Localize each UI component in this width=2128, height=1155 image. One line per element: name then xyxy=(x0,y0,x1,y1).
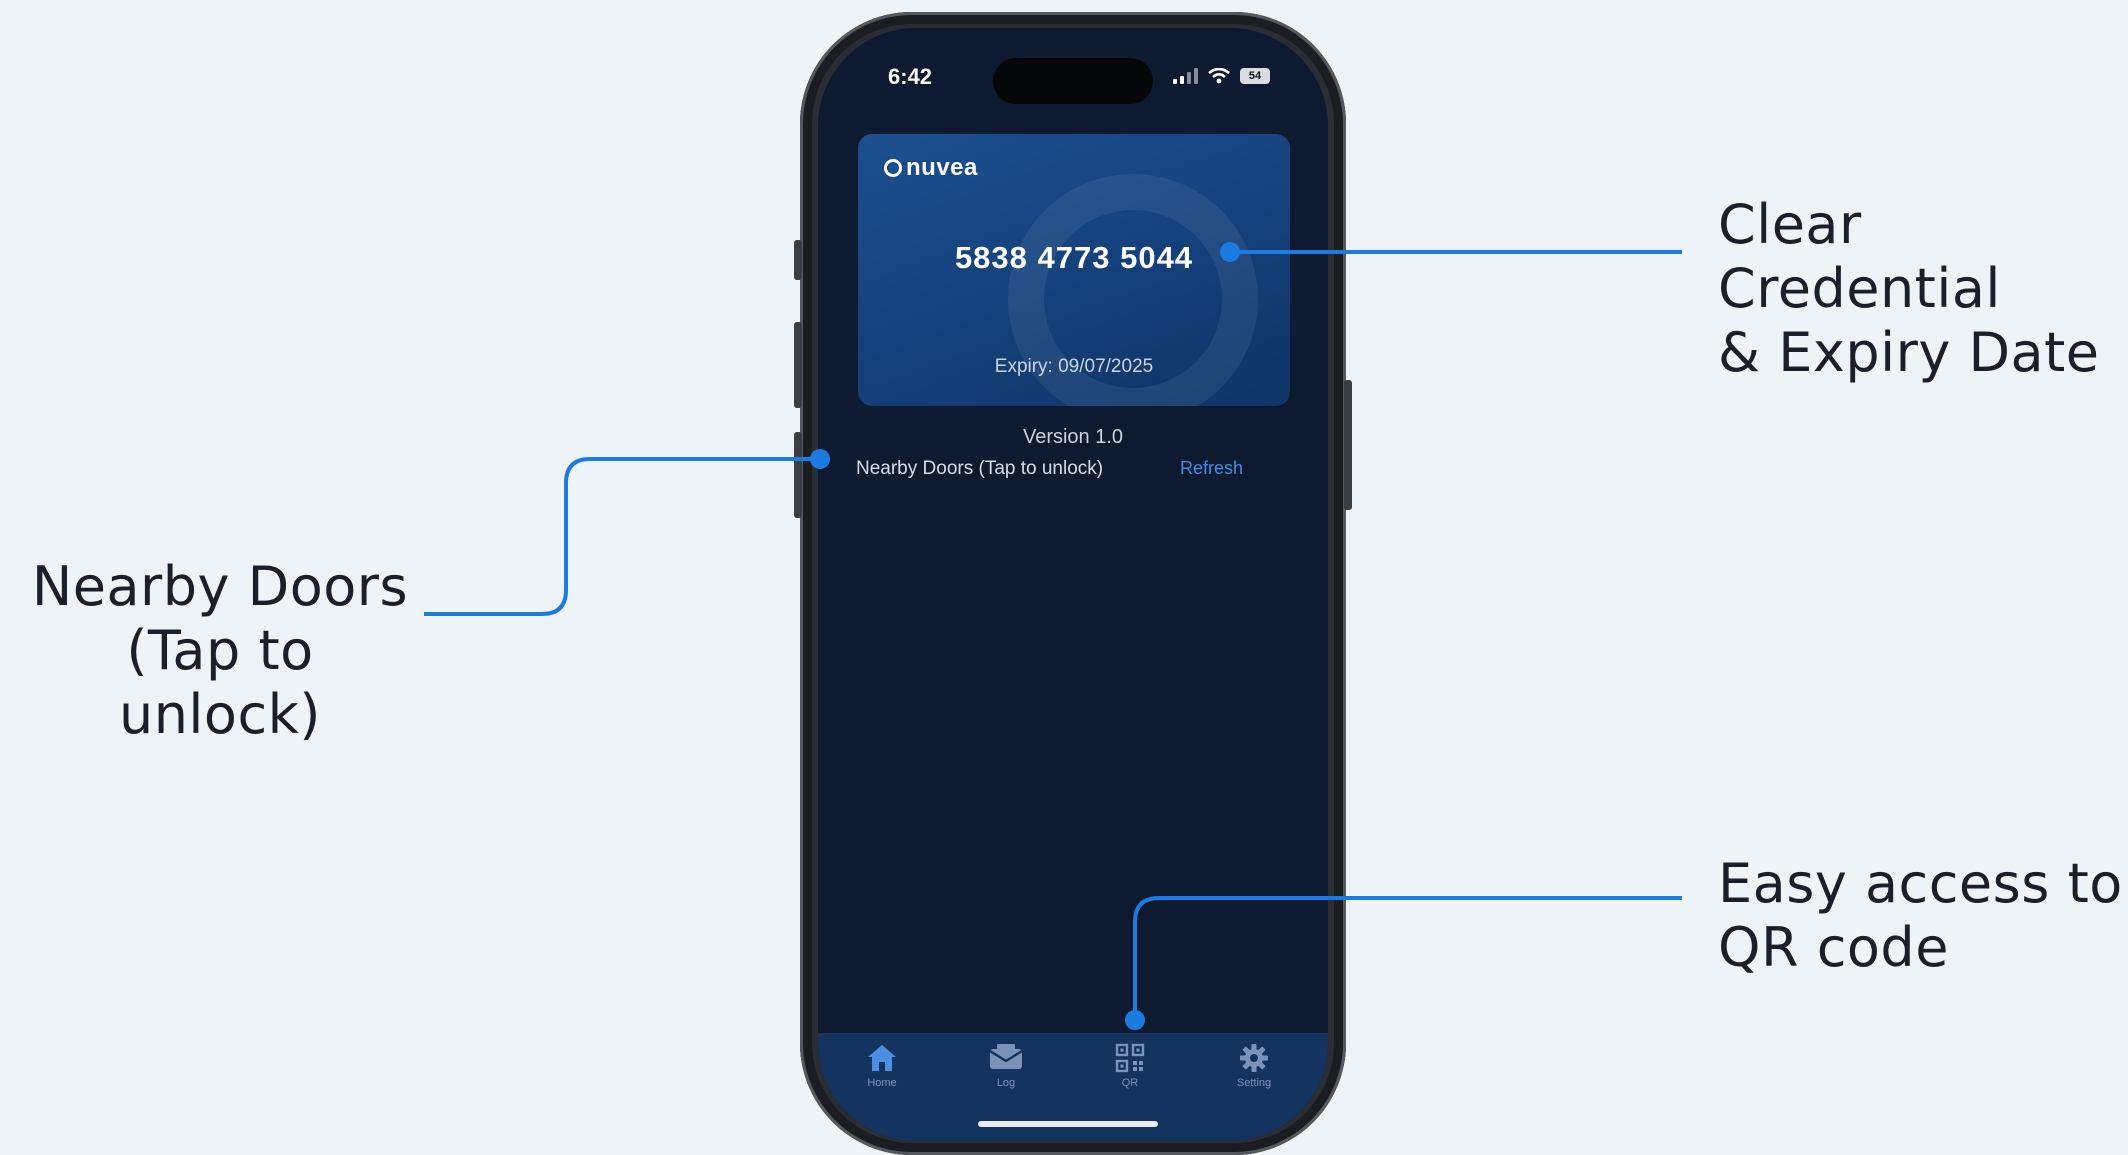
logo-mark-icon xyxy=(884,159,902,177)
brand-logo: nuvea xyxy=(884,154,978,182)
power-button xyxy=(1344,380,1352,510)
tab-log[interactable]: Log xyxy=(966,1043,1046,1089)
volume-up-button xyxy=(794,322,802,408)
credential-expiry: Expiry: 09/07/2025 xyxy=(994,356,1154,377)
tab-setting-label: Setting xyxy=(1236,1077,1272,1089)
callout-doors-line2: (Tap to unlock) xyxy=(118,619,322,746)
callout-doors: Nearby Doors (Tap to unlock) xyxy=(20,555,420,747)
gear-icon xyxy=(1240,1044,1268,1072)
credential-number: 5838 4773 5044 xyxy=(954,240,1194,275)
status-bar: 6:42 54 xyxy=(818,58,1328,104)
callout-credential-line2: & Expiry Date xyxy=(1718,321,2100,384)
callout-qr-line1: Easy access to xyxy=(1718,852,2123,915)
tab-log-label: Log xyxy=(996,1077,1016,1089)
tab-setting[interactable]: Setting xyxy=(1214,1043,1294,1089)
signal-icon xyxy=(1173,68,1198,84)
log-icon xyxy=(989,1044,1023,1069)
home-indicator xyxy=(978,1121,1158,1127)
tab-home-label: Home xyxy=(867,1077,897,1089)
app-version: Version 1.0 xyxy=(1022,426,1124,448)
callout-credential-line1: Clear Credential xyxy=(1718,193,2001,320)
home-icon xyxy=(868,1045,896,1071)
callout-qr-line2: QR code xyxy=(1718,916,1949,979)
callout-doors-line1: Nearby Doors xyxy=(31,555,409,618)
status-time: 6:42 xyxy=(888,64,933,89)
bottom-tab-bar: Home Log QR Setting xyxy=(818,1033,1328,1141)
credential-card[interactable]: nuvea 5838 4773 5044 Expiry: 09/07/2025 xyxy=(858,134,1290,406)
leader-doors xyxy=(424,449,830,616)
tab-qr[interactable]: QR xyxy=(1090,1043,1170,1089)
callout-credential: Clear Credential & Expiry Date xyxy=(1718,193,2128,385)
phone-screen: 6:42 54 nuvea 5838 4773 5044 Expiry: 09/… xyxy=(818,28,1328,1141)
status-icons: 54 xyxy=(1173,68,1270,84)
qr-icon xyxy=(1115,1043,1145,1073)
wifi-icon xyxy=(1208,68,1230,84)
volume-down-button xyxy=(794,432,802,518)
action-button xyxy=(794,240,802,280)
brand-logo-text: nuvea xyxy=(906,154,978,181)
battery-icon: 54 xyxy=(1240,68,1270,84)
refresh-button[interactable]: Refresh xyxy=(1180,458,1243,479)
tab-home[interactable]: Home xyxy=(842,1043,922,1089)
callout-qr: Easy access to QR code xyxy=(1718,852,2123,980)
nearby-doors-label: Nearby Doors (Tap to unlock) xyxy=(856,458,1104,479)
tab-qr-label: QR xyxy=(1121,1077,1139,1089)
phone-frame: 6:42 54 nuvea 5838 4773 5044 Expiry: 09/… xyxy=(794,12,1352,1155)
dynamic-island xyxy=(993,58,1153,104)
